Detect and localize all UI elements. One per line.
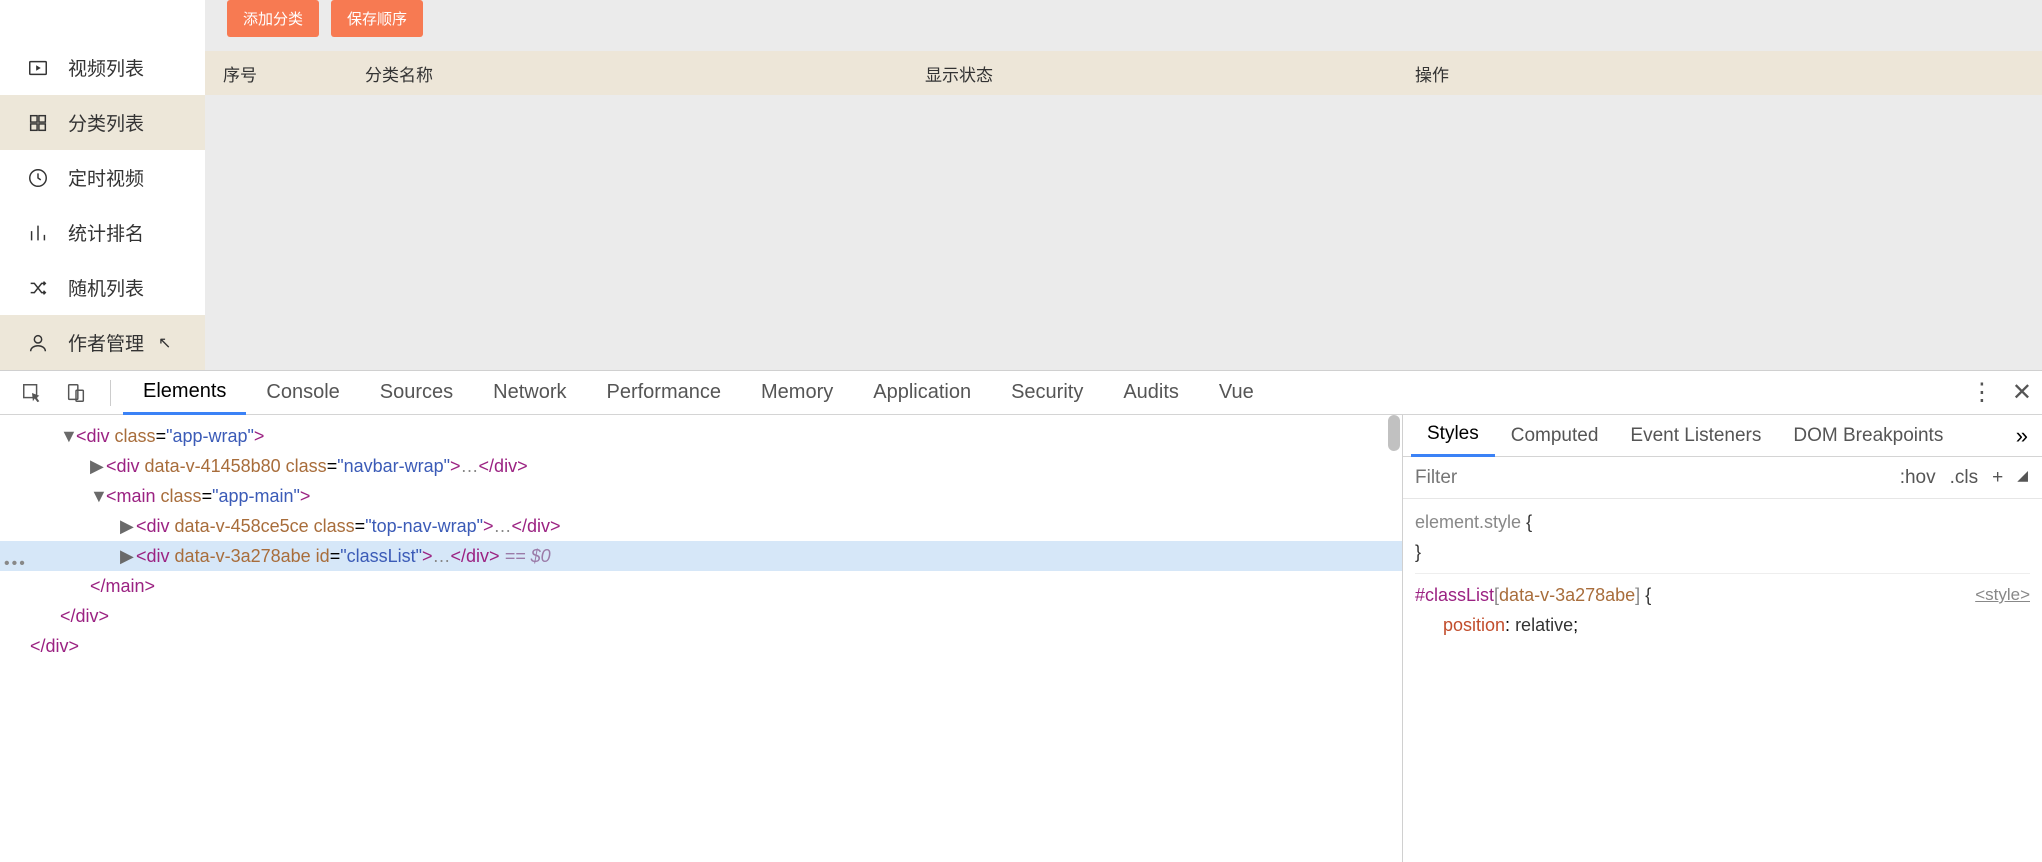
clock-icon xyxy=(26,166,50,190)
tree-line[interactable]: ▶<div data-v-41458b80 class="navbar-wrap… xyxy=(0,451,1402,481)
styles-more-icon[interactable]: » xyxy=(2002,423,2042,449)
new-rule-button[interactable]: + xyxy=(1992,467,2003,489)
kebab-menu-icon[interactable]: ⋮ xyxy=(1970,378,1994,407)
sidebar-item-video-list[interactable]: 视频列表 xyxy=(0,40,205,95)
table-header-op: 操作 xyxy=(1415,61,2042,86)
styles-corner-icon[interactable]: ◢ xyxy=(2017,467,2028,489)
tree-line[interactable]: </div> xyxy=(0,631,1402,661)
table-header-status: 显示状态 xyxy=(925,61,1415,86)
play-icon xyxy=(26,56,50,80)
sidebar-item-label: 视频列表 xyxy=(68,54,144,81)
sidebar-item-random-list[interactable]: 随机列表 xyxy=(0,260,205,315)
sidebar-item-label: 随机列表 xyxy=(68,274,144,301)
toolbar: 添加分类 保存顺序 xyxy=(205,0,2042,51)
tab-application[interactable]: Application xyxy=(853,371,991,415)
styles-filter-input[interactable] xyxy=(1403,457,1886,498)
user-icon xyxy=(26,331,50,355)
tab-vue[interactable]: Vue xyxy=(1199,371,1274,415)
styles-filter-row: :hov .cls + ◢ xyxy=(1403,457,2042,499)
style-rule-close: } xyxy=(1415,537,2030,567)
chart-icon xyxy=(26,221,50,245)
devtools-body: ••• ▼<div class="app-wrap"> ▶<div data-v… xyxy=(0,415,2042,862)
cls-toggle[interactable]: .cls xyxy=(1950,467,1979,489)
style-rule[interactable]: <style> #classList[data-v-3a278abe] { xyxy=(1415,573,2030,610)
tab-network[interactable]: Network xyxy=(473,371,586,415)
tree-line[interactable]: ▶<div data-v-458ce5ce class="top-nav-wra… xyxy=(0,511,1402,541)
inspect-element-icon[interactable] xyxy=(18,379,46,407)
shuffle-icon xyxy=(26,276,50,300)
sidebar-item-category-list[interactable]: 分类列表 xyxy=(0,95,205,150)
separator xyxy=(110,380,111,406)
tree-line[interactable]: ▼<div class="app-wrap"> xyxy=(0,421,1402,451)
tab-elements[interactable]: Elements xyxy=(123,371,246,415)
styles-tab-computed[interactable]: Computed xyxy=(1495,415,1615,457)
tab-performance[interactable]: Performance xyxy=(587,371,742,415)
cursor-pointer-icon: ↖ xyxy=(158,333,171,353)
add-category-button[interactable]: 添加分类 xyxy=(227,0,319,37)
hov-toggle[interactable]: :hov xyxy=(1900,467,1936,489)
sidebar-item-label: 作者管理 xyxy=(68,329,144,356)
app-area: 视频列表 分类列表 定时视频 统计排名 随机列表 作者管理 ↖ 添加分类 保存顺… xyxy=(0,0,2042,370)
main-content: 添加分类 保存顺序 序号 分类名称 显示状态 操作 xyxy=(205,0,2042,370)
save-order-button[interactable]: 保存顺序 xyxy=(331,0,423,37)
rule-source-link[interactable]: <style> xyxy=(1975,580,2030,610)
elements-tree[interactable]: ••• ▼<div class="app-wrap"> ▶<div data-v… xyxy=(0,415,1402,862)
sidebar-item-author-manage[interactable]: 作者管理 ↖ xyxy=(0,315,205,370)
devtools-right-actions: ⋮ ✕ xyxy=(1970,378,2042,407)
tab-sources[interactable]: Sources xyxy=(360,371,473,415)
tree-line-selected[interactable]: ▶<div data-v-3a278abe id="classList">…</… xyxy=(0,541,1402,571)
styles-rules[interactable]: element.style { } <style> #classList[dat… xyxy=(1403,499,2042,648)
tree-line[interactable]: </main> xyxy=(0,571,1402,601)
styles-tabbar: Styles Computed Event Listeners DOM Brea… xyxy=(1403,415,2042,457)
table-header: 序号 分类名称 显示状态 操作 xyxy=(205,51,2042,95)
sidebar-item-label: 分类列表 xyxy=(68,109,144,136)
toggle-device-icon[interactable] xyxy=(62,379,90,407)
tab-audits[interactable]: Audits xyxy=(1103,371,1199,415)
tab-security[interactable]: Security xyxy=(991,371,1103,415)
scrollbar-thumb[interactable] xyxy=(1388,415,1400,451)
styles-tab-event-listeners[interactable]: Event Listeners xyxy=(1614,415,1777,457)
styles-pane: Styles Computed Event Listeners DOM Brea… xyxy=(1402,415,2042,862)
styles-tab-dom-breakpoints[interactable]: DOM Breakpoints xyxy=(1777,415,1959,457)
table-header-name: 分类名称 xyxy=(365,61,925,86)
style-declaration[interactable]: position: relative; xyxy=(1415,610,2030,640)
sidebar-item-timed-video[interactable]: 定时视频 xyxy=(0,150,205,205)
style-rule[interactable]: element.style { xyxy=(1415,507,2030,537)
styles-actions: :hov .cls + ◢ xyxy=(1886,467,2042,489)
grid-icon xyxy=(26,111,50,135)
sidebar-item-label: 统计排名 xyxy=(68,219,144,246)
close-devtools-icon[interactable]: ✕ xyxy=(2012,378,2032,407)
tab-memory[interactable]: Memory xyxy=(741,371,853,415)
devtools-panel: Elements Console Sources Network Perform… xyxy=(0,370,2042,862)
tree-line[interactable]: ▼<main class="app-main"> xyxy=(0,481,1402,511)
devtools-tabbar: Elements Console Sources Network Perform… xyxy=(0,371,2042,415)
tree-line[interactable]: </div> xyxy=(0,601,1402,631)
tab-console[interactable]: Console xyxy=(246,371,359,415)
styles-tab-styles[interactable]: Styles xyxy=(1411,415,1495,457)
hover-actions-icon[interactable]: ••• xyxy=(4,555,27,573)
table-header-seq: 序号 xyxy=(205,61,365,86)
sidebar-item-label: 定时视频 xyxy=(68,164,144,191)
sidebar-item-stats-rank[interactable]: 统计排名 xyxy=(0,205,205,260)
sidebar: 视频列表 分类列表 定时视频 统计排名 随机列表 作者管理 ↖ xyxy=(0,0,205,370)
